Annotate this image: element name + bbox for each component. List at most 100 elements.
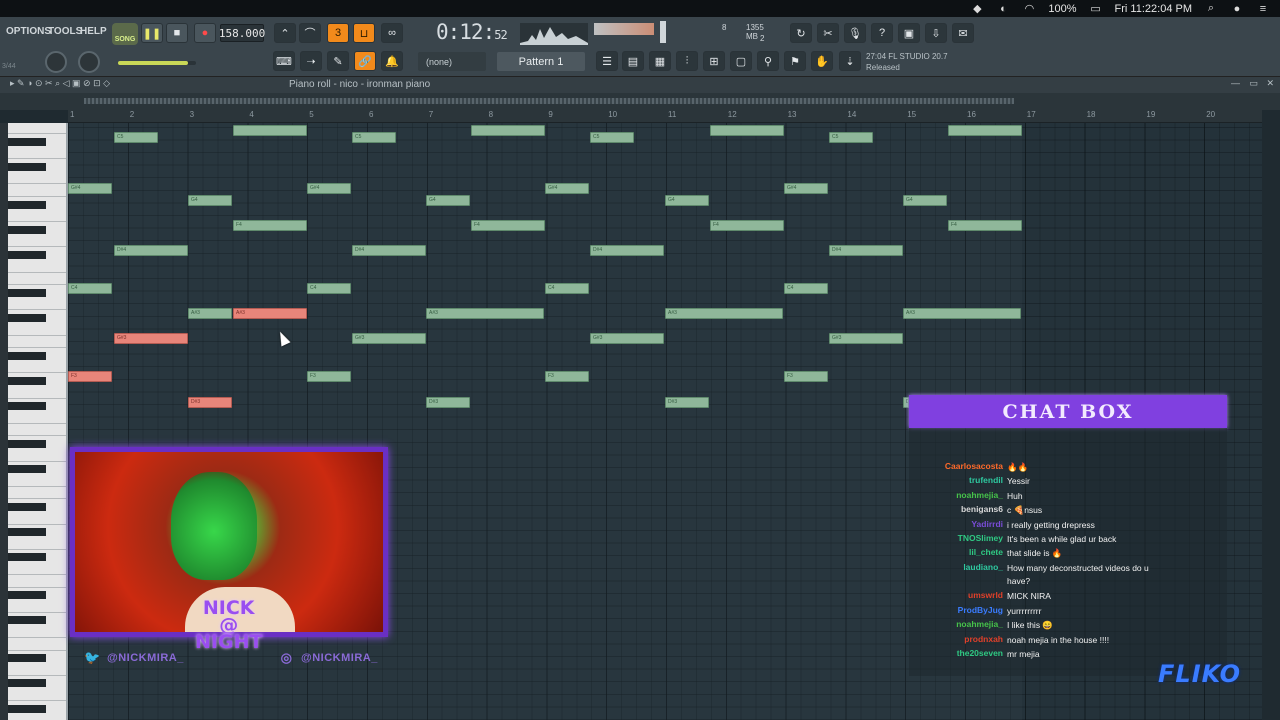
black-key[interactable] — [8, 616, 46, 625]
maximize-icon[interactable]: ▭ — [1249, 78, 1258, 89]
keyboard-icon[interactable]: ⌨ — [273, 51, 295, 71]
midi-note[interactable]: D#3 — [426, 397, 470, 408]
siri-icon[interactable]: ● — [1230, 3, 1244, 15]
channel-rack-icon[interactable]: ▦ — [649, 51, 671, 71]
black-key[interactable] — [8, 704, 46, 713]
countdown-icon[interactable]: 3 — [327, 23, 349, 43]
browser-icon[interactable]: ⊞ — [703, 51, 725, 71]
menu-options[interactable]: OPTIONS — [6, 26, 51, 37]
plugin-icon[interactable]: ▢ — [730, 51, 752, 71]
midi-note[interactable]: G4 — [188, 195, 232, 206]
link-icon[interactable]: 🔗 — [354, 51, 376, 71]
render-icon[interactable]: ⇩ — [925, 23, 947, 43]
arrow-icon[interactable]: ➝ — [300, 51, 322, 71]
midi-note[interactable]: A#3 — [188, 308, 232, 319]
midi-note[interactable]: G#4 — [307, 183, 351, 194]
midi-note[interactable]: G4 — [426, 195, 470, 206]
black-key[interactable] — [8, 377, 46, 385]
news-panel[interactable]: 27:04 FL STUDIO 20.7 Released — [866, 51, 948, 73]
spotlight-search-icon[interactable]: ⌕ — [1204, 2, 1218, 15]
dropbox-icon[interactable]: ◆ — [970, 3, 984, 15]
pin-icon[interactable]: ⚲ — [757, 51, 779, 71]
midi-note[interactable] — [710, 125, 784, 136]
midi-note[interactable]: A#3 — [426, 308, 544, 319]
bell-icon[interactable]: 🔔 — [381, 51, 403, 71]
midi-note[interactable]: D#3 — [665, 397, 709, 408]
black-key[interactable] — [8, 503, 46, 511]
midi-note[interactable]: G#4 — [68, 183, 112, 194]
black-key[interactable] — [8, 137, 46, 146]
record-button[interactable]: ● — [194, 23, 216, 43]
black-key[interactable] — [8, 288, 46, 297]
blend-notes-icon[interactable]: ⊔ — [353, 23, 375, 43]
help-icon[interactable]: ? — [871, 23, 893, 43]
midi-note[interactable]: G#3 — [590, 333, 664, 344]
chat-icon[interactable]: ✉ — [952, 23, 974, 43]
battery-icon[interactable]: ▭ — [1089, 3, 1103, 15]
midi-note[interactable]: F3 — [68, 371, 112, 382]
midi-note[interactable]: F3 — [784, 371, 828, 382]
touch-icon[interactable]: ✋ — [811, 51, 833, 71]
wait-record-icon[interactable]: ⌒ — [299, 23, 321, 43]
playlist-icon[interactable]: ☰ — [596, 51, 618, 71]
midi-note[interactable]: F3 — [307, 371, 351, 382]
refresh-icon[interactable]: ↻ — [790, 23, 812, 43]
black-key[interactable] — [8, 200, 46, 209]
loop-record-icon[interactable]: ∞ — [381, 23, 403, 43]
midi-note[interactable]: G4 — [665, 195, 709, 206]
mixer-icon[interactable]: ⫶ — [676, 51, 698, 71]
piano-roll-titlebar[interactable]: ▸ ✎ ◑ ⊙ ✂ ⌕ ◁ ▣ ⊘ ⊡ ◇ Piano roll - nico … — [0, 77, 1280, 93]
midi-note[interactable] — [233, 125, 307, 136]
vpn-icon[interactable]: ◐ — [996, 3, 1010, 15]
event-scroll-bar[interactable] — [0, 93, 1280, 110]
black-key[interactable] — [8, 440, 46, 448]
master-volume-slider[interactable] — [118, 61, 196, 65]
midi-note[interactable]: G#3 — [114, 333, 188, 344]
black-key[interactable] — [8, 465, 46, 474]
midi-note[interactable]: D#3 — [188, 397, 232, 408]
midi-note[interactable]: G4 — [903, 195, 947, 206]
stop-button[interactable]: ■ — [166, 23, 188, 43]
midi-note[interactable]: C4 — [784, 283, 828, 294]
midi-note[interactable]: G#3 — [829, 333, 903, 344]
black-key[interactable] — [8, 162, 46, 171]
song-time-display[interactable]: 0:12:52 — [436, 20, 508, 44]
midi-note[interactable]: C5 — [590, 132, 634, 143]
black-key[interactable] — [8, 251, 46, 259]
menu-tools[interactable]: TOOLS — [48, 26, 82, 37]
midi-note[interactable]: A#3 — [665, 308, 783, 319]
wifi-icon[interactable]: ◠ — [1022, 3, 1036, 15]
piano-roll-tools-icon[interactable]: ▸ ✎ ◑ ⊙ ✂ ⌕ ◁ ▣ ⊘ ⊡ ◇ — [10, 78, 110, 89]
midi-note[interactable]: F4 — [710, 220, 784, 231]
snap-select[interactable]: (none) — [418, 52, 486, 71]
microphone-icon[interactable]: 🎙 — [844, 23, 866, 43]
black-key[interactable] — [8, 654, 46, 663]
metronome-icon[interactable]: ⌃ — [274, 23, 296, 43]
pattern-selector[interactable]: Pattern 1 — [497, 52, 585, 71]
scissors-icon[interactable]: ✂ — [817, 23, 839, 43]
system-clock[interactable]: Fri 11:22:04 PM — [1115, 3, 1192, 15]
menu-help[interactable]: HELP — [80, 26, 107, 37]
piano-roll-icon[interactable]: ▤ — [622, 51, 644, 71]
black-key[interactable] — [8, 225, 46, 234]
play-button[interactable]: ❚❚ — [141, 23, 163, 43]
tempo-tap-icon[interactable]: ⚑ — [784, 51, 806, 71]
midi-note[interactable] — [948, 125, 1022, 136]
midi-note[interactable]: G#4 — [545, 183, 589, 194]
midi-note[interactable]: F4 — [948, 220, 1022, 231]
black-key[interactable] — [8, 553, 46, 562]
midi-note[interactable]: G#4 — [784, 183, 828, 194]
midi-note[interactable]: C4 — [68, 283, 112, 294]
black-key[interactable] — [8, 402, 46, 411]
midi-note[interactable]: F3 — [545, 371, 589, 382]
notification-center-icon[interactable]: ≡ — [1256, 3, 1270, 15]
midi-note[interactable]: A#3 — [233, 308, 307, 319]
midi-note[interactable]: C5 — [352, 132, 396, 143]
brush-icon[interactable]: ✎ — [327, 51, 349, 71]
midi-note[interactable]: G#3 — [352, 333, 426, 344]
save-icon[interactable]: ▣ — [898, 23, 920, 43]
midi-note[interactable]: D#4 — [114, 245, 188, 256]
midi-note[interactable]: C5 — [114, 132, 158, 143]
midi-note[interactable]: C5 — [829, 132, 873, 143]
midi-note[interactable]: F4 — [233, 220, 307, 231]
